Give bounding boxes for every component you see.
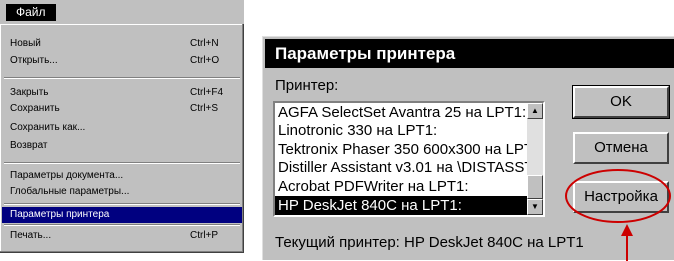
menu-item-close[interactable]: Закрыть Ctrl+F4 — [2, 85, 242, 101]
menu-item-shortcut: Ctrl+F4 — [190, 87, 224, 98]
printer-list-item[interactable]: Linotronic 330 на LPT1: — [275, 121, 527, 140]
dialog-title: Параметры принтера — [265, 39, 674, 68]
printer-list-item[interactable]: Distiller Assistant v3.01 на \DISTASST.F — [275, 158, 527, 177]
menu-item-label: Новый — [10, 38, 41, 49]
printer-settings-dialog: Параметры принтера Принтер: AGFA SelectS… — [262, 36, 674, 260]
menu-item-label: Возврат — [10, 140, 48, 151]
scroll-thumb[interactable] — [527, 175, 543, 199]
menu-item-shortcut: Ctrl+N — [190, 38, 219, 49]
menu-item-shortcut: Ctrl+S — [190, 103, 219, 114]
file-menu: Новый Ctrl+N Открыть... Ctrl+O Закрыть C… — [0, 24, 244, 253]
menu-item-label: Параметры документа... — [10, 170, 124, 181]
scroll-up-icon[interactable]: ▲ — [527, 103, 543, 119]
printer-list-item-selected[interactable]: HP DeskJet 840C на LPT1: — [275, 196, 527, 215]
menu-item-label: Открыть... — [10, 55, 58, 66]
menu-item-label: Глобальные параметры... — [10, 186, 130, 197]
setup-button[interactable]: Настройка — [573, 181, 669, 213]
menu-item-document-settings[interactable]: Параметры документа... — [2, 168, 242, 184]
menu-separator — [4, 224, 240, 226]
menu-item-label: Сохранить как... — [10, 122, 86, 133]
menu-separator — [4, 203, 240, 205]
printer-list-item[interactable]: AGFA SelectSet Avantra 25 на LPT1: — [275, 103, 527, 122]
current-printer-text: Текущий принтер: HP DeskJet 840C на LPT1 — [275, 234, 584, 251]
menu-item-save-as[interactable]: Сохранить как... — [2, 120, 242, 136]
menu-item-new[interactable]: Новый Ctrl+N — [2, 36, 242, 52]
menu-item-open[interactable]: Открыть... Ctrl+O — [2, 53, 242, 69]
scroll-down-icon[interactable]: ▼ — [527, 199, 543, 215]
menu-item-label: Параметры принтера — [10, 209, 110, 220]
menu-item-printer-settings[interactable]: Параметры принтера — [2, 207, 242, 223]
menu-item-save[interactable]: Сохранить Ctrl+S — [2, 101, 242, 117]
ok-button[interactable]: OK — [572, 85, 670, 119]
menu-item-print[interactable]: Печать... Ctrl+P — [2, 228, 242, 244]
menu-bar: Файл — [0, 0, 244, 24]
menu-item-shortcut: Ctrl+P — [190, 230, 219, 241]
printer-label: Принтер: — [275, 77, 339, 94]
printer-listbox[interactable]: AGFA SelectSet Avantra 25 на LPT1: Linot… — [273, 101, 545, 217]
cancel-button[interactable]: Отмена — [573, 132, 669, 164]
menu-item-label: Закрыть — [10, 87, 49, 98]
listbox-scrollbar[interactable]: ▲ ▼ — [527, 103, 543, 215]
menu-title-file[interactable]: Файл — [6, 4, 56, 21]
menu-separator — [4, 77, 240, 79]
printer-list-item[interactable]: Tektronix Phaser 350 600x300 на LPT1: — [275, 140, 527, 159]
menu-item-global-settings[interactable]: Глобальные параметры... — [2, 184, 242, 200]
menu-item-label: Печать... — [10, 230, 52, 241]
printer-list-item[interactable]: Acrobat PDFWriter на LPT1: — [275, 177, 527, 196]
menu-item-label: Сохранить — [10, 103, 60, 114]
menu-separator — [4, 162, 240, 164]
menu-item-shortcut: Ctrl+O — [190, 55, 220, 66]
menu-item-revert[interactable]: Возврат — [2, 138, 242, 154]
